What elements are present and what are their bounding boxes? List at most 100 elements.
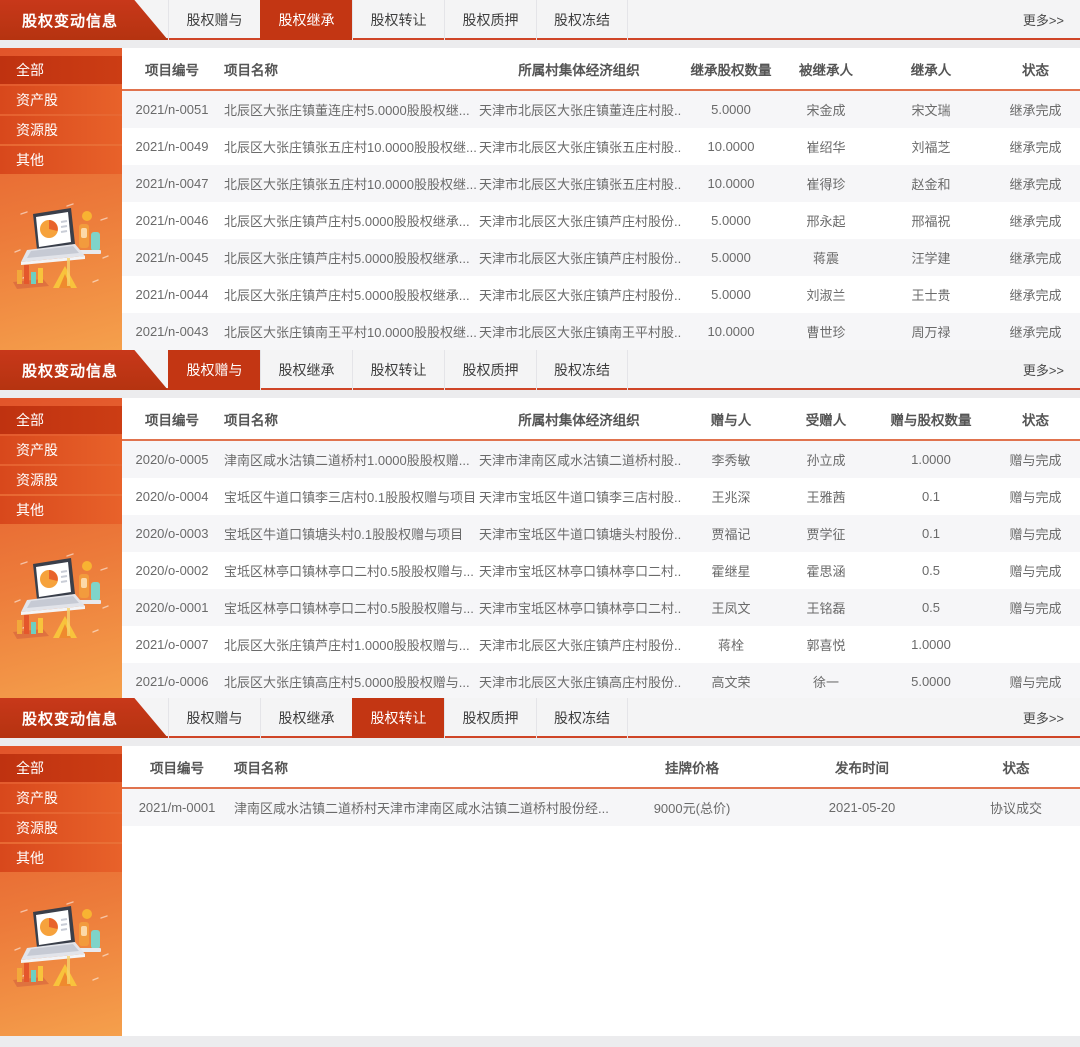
sidebar-item-resource-shares[interactable]: 资源股 (0, 116, 122, 144)
tab-equity-freeze[interactable]: 股权冻结 (536, 698, 628, 738)
table-cell: 0.5 (871, 600, 991, 615)
table-row[interactable]: 2021/n-0043北辰区大张庄镇南王平村10.0000股股权继...天津市北… (122, 313, 1080, 350)
table-cell: 赠与完成 (991, 524, 1080, 543)
table-cell: 天津市北辰区大张庄镇芦庄村股份... (477, 635, 681, 654)
table-cell: 继承完成 (991, 248, 1080, 267)
table-cell: 5.0000 (681, 213, 781, 228)
data-table: 项目编号项目名称挂牌价格发布时间状态2021/m-0001津南区咸水沽镇二道桥村… (122, 746, 1080, 1036)
table-header-row: 项目编号项目名称挂牌价格发布时间状态 (122, 746, 1080, 789)
table-cell: 王铭磊 (781, 598, 871, 617)
sidebar-item-resource-shares[interactable]: 资源股 (0, 814, 122, 842)
sidebar-item-asset-shares[interactable]: 资产股 (0, 784, 122, 812)
sidebar-item-all[interactable]: 全部 (0, 56, 122, 84)
table-row[interactable]: 2021/n-0045北辰区大张庄镇芦庄村5.0000股股权继承...天津市北辰… (122, 239, 1080, 276)
tab-equity-transfer[interactable]: 股权转让 (352, 350, 444, 390)
sidebar-item-all[interactable]: 全部 (0, 754, 122, 782)
table-cell: 天津市北辰区大张庄镇芦庄村股份... (477, 211, 681, 230)
table-cell: 0.1 (871, 526, 991, 541)
laptop-icon (21, 558, 85, 615)
tab-equity-transfer[interactable]: 股权转让 (352, 0, 444, 40)
table-cell: 继承完成 (991, 285, 1080, 304)
section-equity-change-2: 股权变动信息股权赠与股权继承股权转让股权质押股权冻结更多>>全部资产股资源股其他 (0, 350, 1080, 698)
table-cell: 10.0000 (681, 324, 781, 339)
tab-equity-pledge[interactable]: 股权质押 (444, 698, 536, 738)
sidebar-item-asset-shares[interactable]: 资产股 (0, 436, 122, 464)
table-row[interactable]: 2020/o-0003宝坻区牛道口镇塘头村0.1股股权赠与项目天津市宝坻区牛道口… (122, 515, 1080, 552)
table-header-row: 项目编号项目名称所属村集体经济组织继承股权数量被继承人继承人状态 (122, 48, 1080, 91)
sidebar-item-resource-shares[interactable]: 资源股 (0, 466, 122, 494)
header-cell: 赠与人 (681, 409, 781, 429)
table-row[interactable]: 2020/o-0004宝坻区牛道口镇李三店村0.1股股权赠与项目天津市宝坻区牛道… (122, 478, 1080, 515)
sidebar-item-other[interactable]: 其他 (0, 844, 122, 872)
table-cell: 继承完成 (991, 211, 1080, 230)
table-cell: 崔绍华 (781, 137, 871, 156)
table-cell: 霍思涵 (781, 561, 871, 580)
tab-equity-gift[interactable]: 股权赠与 (168, 698, 260, 738)
table-cell: 5.0000 (681, 287, 781, 302)
table-row[interactable]: 2021/o-0007北辰区大张庄镇芦庄村1.0000股股权赠与...天津市北辰… (122, 626, 1080, 663)
more-link[interactable]: 更多>> (1023, 10, 1080, 29)
tab-equity-pledge[interactable]: 股权质押 (444, 350, 536, 390)
tab-equity-pledge[interactable]: 股权质押 (444, 0, 536, 40)
table-cell: 2021/n-0047 (122, 176, 222, 191)
table-cell: 继承完成 (991, 137, 1080, 156)
table-row[interactable]: 2021/n-0046北辰区大张庄镇芦庄村5.0000股股权继承...天津市北辰… (122, 202, 1080, 239)
table-cell: 9000元(总价) (612, 798, 772, 817)
table-row[interactable]: 2021/n-0049北辰区大张庄镇张五庄村10.0000股股权继...天津市北… (122, 128, 1080, 165)
table-cell: 2020/o-0004 (122, 489, 222, 504)
tab-equity-freeze[interactable]: 股权冻结 (536, 0, 628, 40)
laptop-icon (21, 906, 85, 963)
tab-equity-freeze[interactable]: 股权冻结 (536, 350, 628, 390)
sidebar-item-asset-shares[interactable]: 资产股 (0, 86, 122, 114)
coin-icon (82, 211, 92, 221)
header-cell: 所属村集体经济组织 (477, 59, 681, 79)
table-cell: 徐一 (781, 672, 871, 691)
table-row[interactable]: 2021/m-0001津南区咸水沽镇二道桥村天津市津南区咸水沽镇二道桥村股份经.… (122, 789, 1080, 826)
table-cell: 蒋震 (781, 248, 871, 267)
table-row[interactable]: 2021/n-0047北辰区大张庄镇张五庄村10.0000股股权继...天津市北… (122, 165, 1080, 202)
table-row[interactable]: 2020/o-0005津南区咸水沽镇二道桥村1.0000股股权赠...天津市津南… (122, 441, 1080, 478)
table-cell: 刘福芝 (871, 137, 991, 156)
table-cell: 天津市津南区咸水沽镇二道桥村股... (477, 450, 681, 469)
header-cell: 状态 (991, 59, 1080, 79)
table-cell: 2021-05-20 (772, 800, 952, 815)
header-cell: 项目名称 (232, 757, 612, 777)
table-cell: 10.0000 (681, 139, 781, 154)
more-link[interactable]: 更多>> (1023, 708, 1080, 727)
tab-equity-transfer[interactable]: 股权转让 (352, 698, 444, 738)
sidebar-category-menu: 全部资产股资源股其他 (0, 48, 122, 350)
laptop-icon (21, 208, 85, 265)
table-cell: 北辰区大张庄镇芦庄村5.0000股股权继承... (222, 248, 477, 267)
table-cell: 邢永起 (781, 211, 871, 230)
sidebar-item-all[interactable]: 全部 (0, 406, 122, 434)
tab-equity-inheritance[interactable]: 股权继承 (260, 698, 352, 738)
table-row[interactable]: 2021/n-0044北辰区大张庄镇芦庄村5.0000股股权继承...天津市北辰… (122, 276, 1080, 313)
table-row[interactable]: 2020/o-0001宝坻区林亭口镇林亭口二村0.5股股权赠与...天津市宝坻区… (122, 589, 1080, 626)
section-equity-change-1: 股权变动信息股权赠与股权继承股权转让股权质押股权冻结更多>>全部资产股资源股其他 (0, 0, 1080, 350)
table-row[interactable]: 2021/n-0051北辰区大张庄镇董连庄村5.0000股股权继...天津市北辰… (122, 91, 1080, 128)
table-cell: 继承完成 (991, 174, 1080, 193)
more-link[interactable]: 更多>> (1023, 360, 1080, 379)
tab-equity-inheritance[interactable]: 股权继承 (260, 0, 352, 40)
table-cell: 津南区咸水沽镇二道桥村1.0000股股权赠... (222, 450, 477, 469)
header-cell: 挂牌价格 (612, 757, 772, 777)
tab-equity-gift[interactable]: 股权赠与 (168, 0, 260, 40)
table-row[interactable]: 2021/o-0006北辰区大张庄镇高庄村5.0000股股权赠与...天津市北辰… (122, 663, 1080, 698)
tab-equity-inheritance[interactable]: 股权继承 (260, 350, 352, 390)
header-cell: 发布时间 (772, 757, 952, 777)
table-cell: 5.0000 (681, 250, 781, 265)
table-cell: 邢福祝 (871, 211, 991, 230)
sidebar-item-other[interactable]: 其他 (0, 146, 122, 174)
table-cell: 2021/n-0045 (122, 250, 222, 265)
table-cell: 郭喜悦 (781, 635, 871, 654)
table-cell: 宝坻区牛道口镇李三店村0.1股股权赠与项目 (222, 487, 477, 506)
table-cell: 5.0000 (871, 674, 991, 689)
table-cell: 2020/o-0003 (122, 526, 222, 541)
table-cell: 赠与完成 (991, 487, 1080, 506)
table-cell: 0.5 (871, 563, 991, 578)
tab-group: 股权赠与股权继承股权转让股权质押股权冻结 (168, 350, 628, 390)
tab-equity-gift[interactable]: 股权赠与 (168, 350, 260, 390)
header-cell: 项目名称 (222, 409, 477, 429)
table-row[interactable]: 2020/o-0002宝坻区林亭口镇林亭口二村0.5股股权赠与...天津市宝坻区… (122, 552, 1080, 589)
sidebar-item-other[interactable]: 其他 (0, 496, 122, 524)
